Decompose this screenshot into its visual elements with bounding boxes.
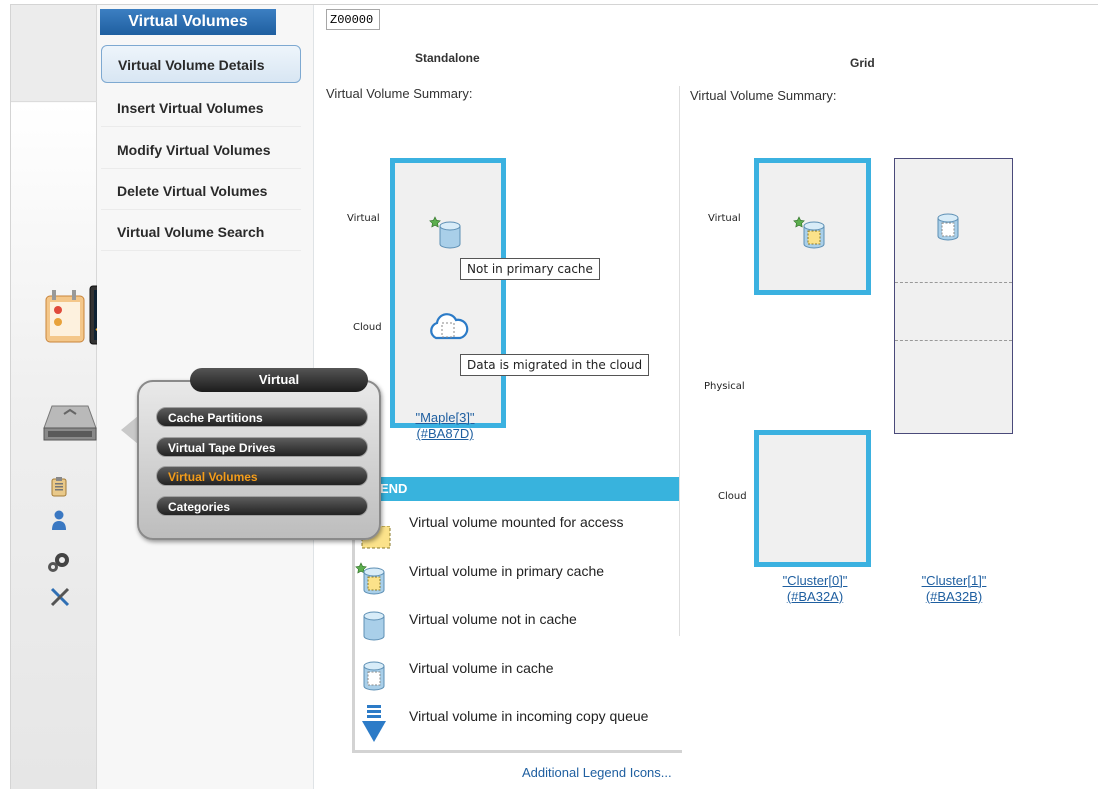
- legend-label-mounted: Virtual volume mounted for access: [409, 514, 624, 530]
- cluster-link-cluster1-name[interactable]: "Cluster[1]": [909, 573, 999, 589]
- in-cache-volume-icon[interactable]: [934, 212, 962, 244]
- grid-cluster1-box[interactable]: [894, 158, 1013, 434]
- grid-title: Grid: [850, 56, 875, 70]
- standalone-summary-label: Virtual Volume Summary:: [326, 86, 473, 101]
- legend-label-not-in-cache: Virtual volume not in cache: [409, 611, 577, 627]
- rail-separator: [11, 101, 97, 102]
- additional-legend-icons-link[interactable]: Additional Legend Icons...: [522, 765, 672, 780]
- standalone-row-virtual: Virtual: [347, 213, 380, 224]
- popup-item-virtual-volumes[interactable]: Virtual Volumes: [156, 466, 368, 486]
- virtual-storage-icon[interactable]: [42, 400, 98, 445]
- settings-gears-icon[interactable]: [47, 550, 71, 574]
- submenu-item-virtual-volume-search[interactable]: Virtual Volume Search: [101, 213, 301, 251]
- volser-input[interactable]: [326, 9, 380, 30]
- grid-row-virtual: Virtual: [708, 213, 741, 224]
- cluster-link-maple-id[interactable]: (#BA87D): [400, 426, 490, 442]
- not-in-cache-volume-icon[interactable]: [428, 214, 468, 254]
- legend-in-cache-icon: [360, 660, 388, 694]
- cluster-link-cluster0[interactable]: "Cluster[0]" (#BA32A): [770, 573, 860, 605]
- icon-rail: [11, 5, 97, 789]
- cloud-migrated-icon[interactable]: [426, 310, 470, 344]
- legend-label-in-cache: Virtual volume in cache: [409, 660, 554, 676]
- standalone-title: Standalone: [415, 51, 480, 65]
- legend-label-primary-cache: Virtual volume in primary cache: [409, 563, 605, 579]
- cluster-link-cluster0-id[interactable]: (#BA32A): [770, 589, 860, 605]
- grid-cluster1-divider-1: [895, 282, 1012, 283]
- grid-row-cloud: Cloud: [718, 491, 747, 502]
- standalone-row-cloud: Cloud: [353, 322, 382, 333]
- primary-cache-volume-icon[interactable]: [792, 214, 832, 254]
- grid-cluster1-divider-2: [895, 340, 1012, 341]
- service-tools-icon[interactable]: [49, 586, 71, 608]
- legend-label-incoming-copy-queue: Virtual volume in incoming copy queue: [409, 708, 649, 724]
- cluster-link-cluster1[interactable]: "Cluster[1]" (#BA32B): [909, 573, 999, 605]
- cluster-link-cluster0-name[interactable]: "Cluster[0]": [770, 573, 860, 589]
- legend-primary-cache-icon: [354, 560, 394, 600]
- cluster-link-maple-name[interactable]: "Maple[3]": [400, 410, 490, 426]
- tooltip-data-migrated-cloud: Data is migrated in the cloud: [460, 354, 650, 376]
- tooltip-not-in-primary-cache: Not in primary cache: [460, 258, 600, 280]
- popup-item-categories[interactable]: Categories: [156, 496, 368, 516]
- popup-title: Virtual: [190, 368, 368, 392]
- incoming-copy-queue-icon: [360, 704, 388, 744]
- submenu-item-modify-virtual-volumes[interactable]: Modify Virtual Volumes: [101, 131, 301, 169]
- cluster-link-cluster1-id[interactable]: (#BA32B): [909, 589, 999, 605]
- user-icon[interactable]: [51, 509, 67, 531]
- grid-row-physical: Physical: [704, 381, 745, 392]
- grid-cluster0-cloud-box[interactable]: [754, 430, 871, 567]
- submenu-title: Virtual Volumes: [100, 9, 276, 35]
- clipboard-icon[interactable]: [51, 477, 67, 497]
- cluster-link-maple[interactable]: "Maple[3]" (#BA87D): [400, 410, 490, 442]
- legend-not-in-cache-icon: [360, 610, 388, 644]
- submenu-item-delete-virtual-volumes[interactable]: Delete Virtual Volumes: [101, 172, 301, 210]
- popup-pointer: [121, 416, 138, 444]
- popup-item-cache-partitions[interactable]: Cache Partitions: [156, 407, 368, 427]
- submenu-item-insert-virtual-volumes[interactable]: Insert Virtual Volumes: [101, 89, 301, 127]
- legend-header[interactable]: END: [360, 477, 679, 501]
- popup-item-virtual-tape-drives[interactable]: Virtual Tape Drives: [156, 437, 368, 457]
- standalone-cluster-box[interactable]: [390, 158, 506, 428]
- grid-summary-label: Virtual Volume Summary:: [690, 88, 837, 103]
- submenu-item-virtual-volume-details[interactable]: Virtual Volume Details: [101, 45, 301, 83]
